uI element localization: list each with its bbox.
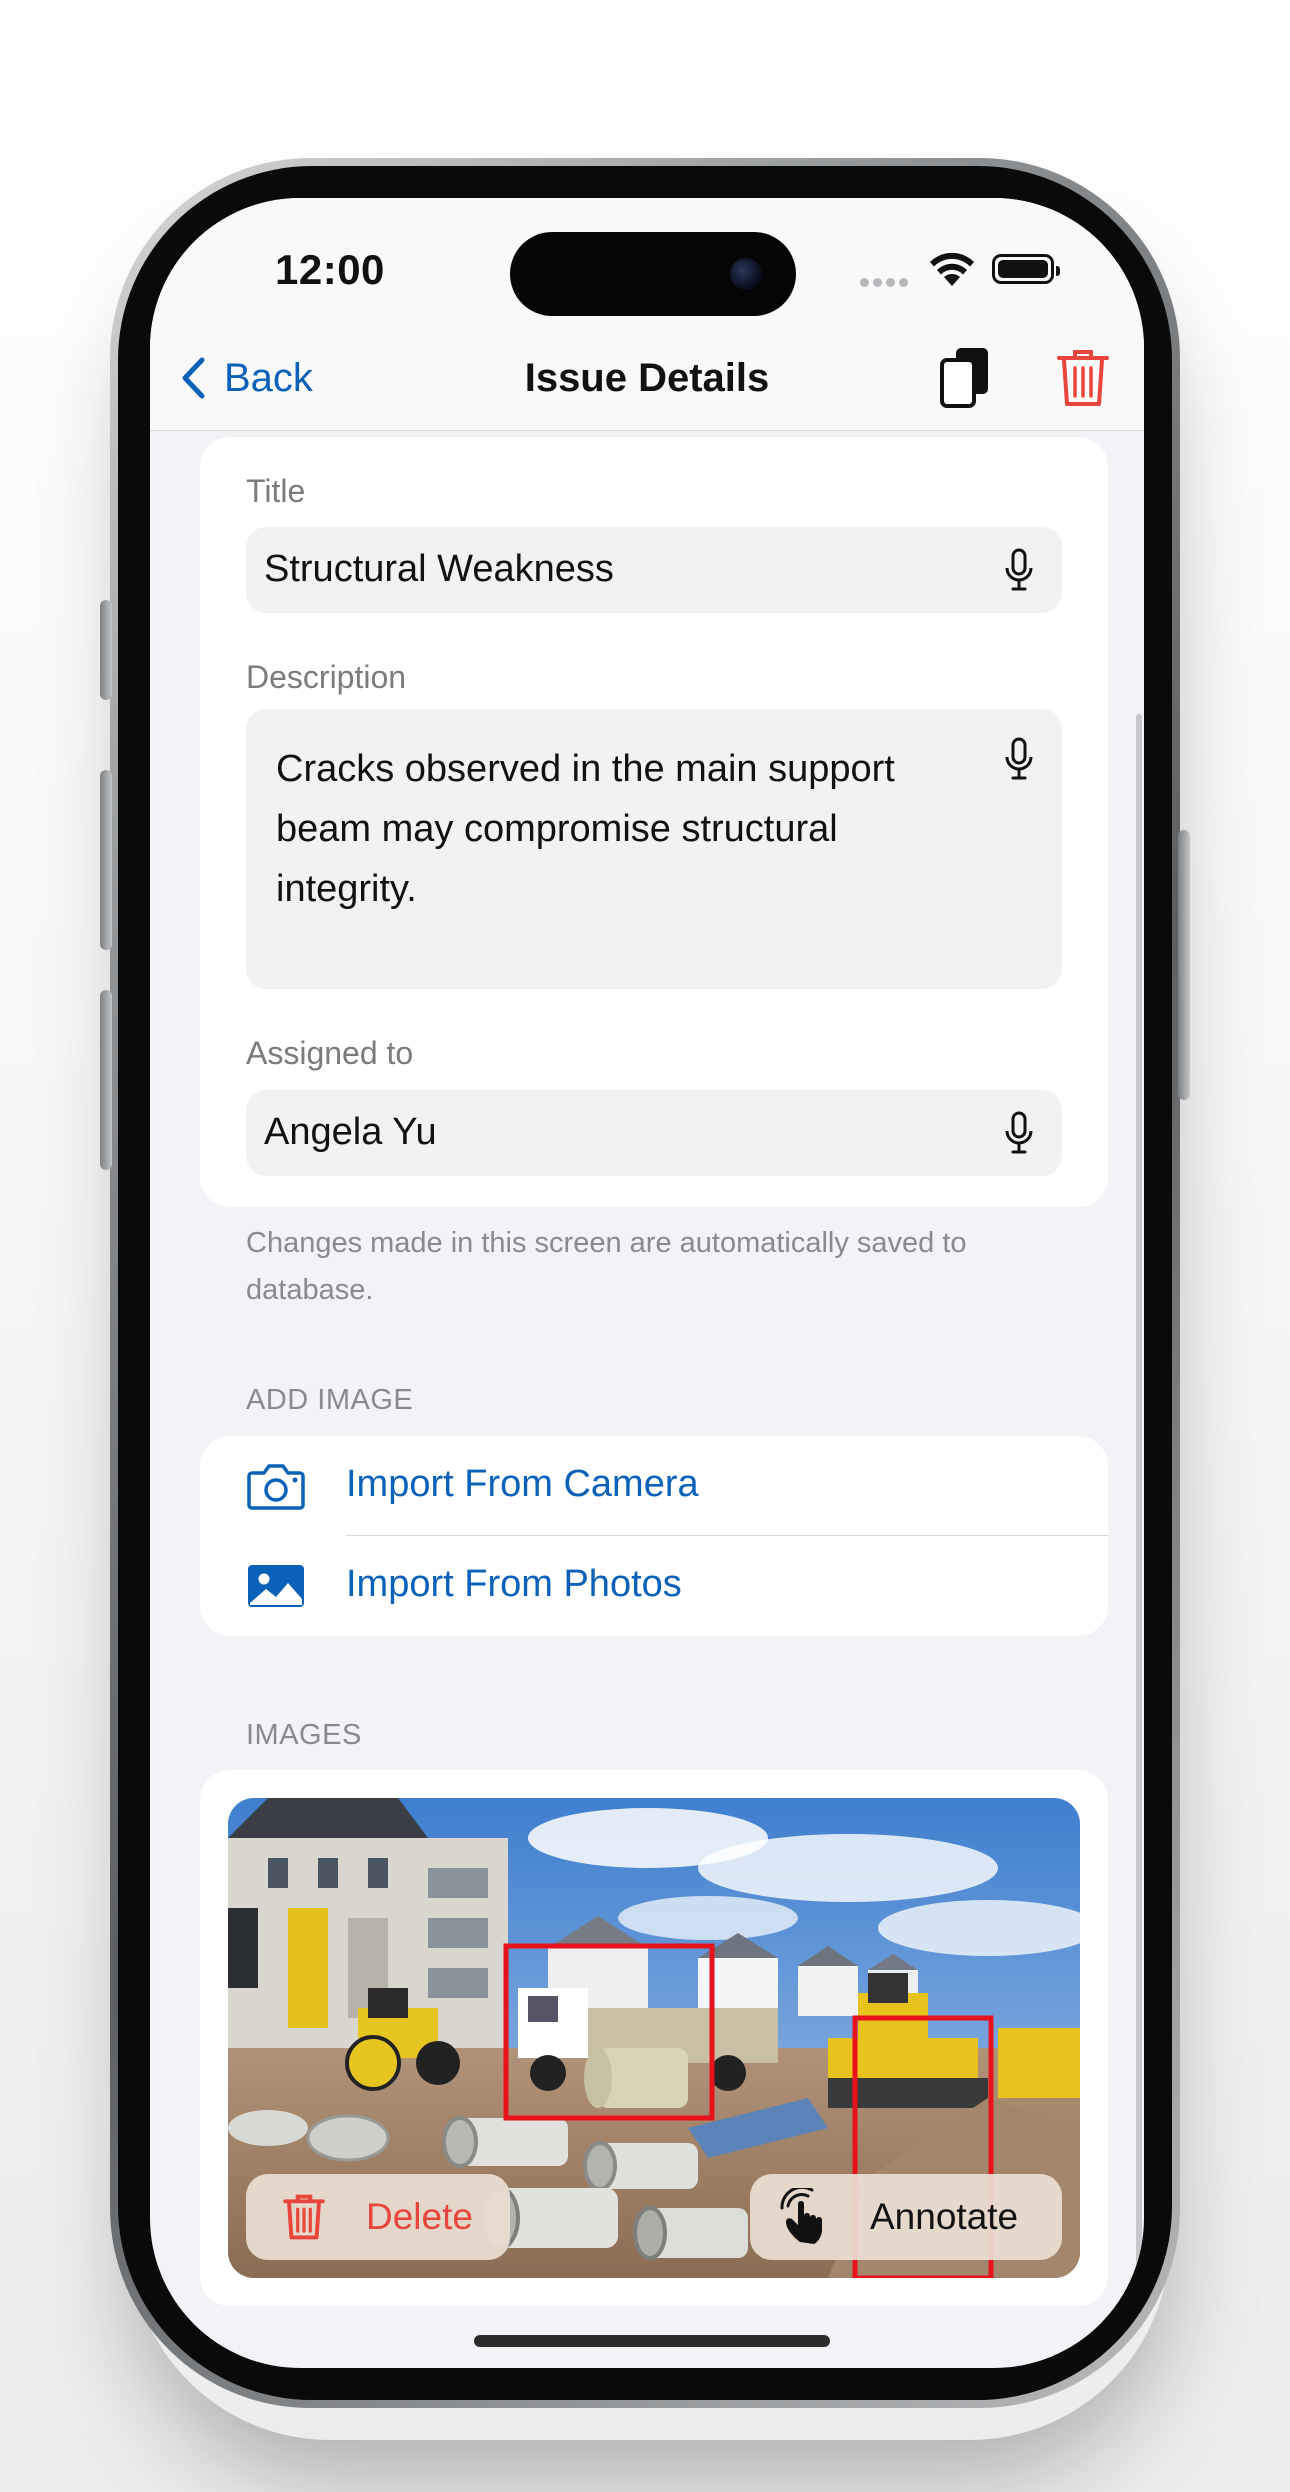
- content-scroll[interactable]: Title Structural Weakness Description Cr…: [150, 430, 1144, 2368]
- delete-image-button[interactable]: Delete: [246, 2174, 510, 2260]
- title-value: Structural Weakness: [264, 548, 614, 590]
- microphone-icon[interactable]: [1004, 548, 1034, 592]
- microphone-icon[interactable]: [1004, 737, 1034, 781]
- scroll-indicator[interactable]: [1136, 714, 1142, 2368]
- action-button: [100, 600, 112, 700]
- import-photos-label: Import From Photos: [346, 1563, 682, 1605]
- delete-label: Delete: [366, 2196, 473, 2237]
- autosave-footnote: Changes made in this screen are automati…: [246, 1227, 967, 1306]
- wifi-icon: [930, 252, 974, 286]
- import-camera-label: Import From Camera: [346, 1463, 699, 1505]
- description-field[interactable]: Cracks observed in the main support beam…: [246, 709, 1062, 989]
- photo-icon: [248, 1565, 304, 1607]
- assigned-label: Assigned to: [246, 1035, 414, 1071]
- phone-screen: 12:00 Back Issue Details Title Structura…: [150, 198, 1144, 2368]
- copy-icon[interactable]: [936, 346, 996, 410]
- home-indicator[interactable]: [474, 2335, 830, 2347]
- issue-form-card: Title Structural Weakness Description Cr…: [200, 437, 1108, 1207]
- add-image-card: Import From Camera Import From Photos: [200, 1436, 1108, 1636]
- add-image-header: ADD IMAGE: [246, 1384, 414, 1416]
- volume-up-button: [100, 770, 112, 950]
- navigation-bar: 12:00 Back Issue Details: [150, 198, 1144, 431]
- description-value: Cracks observed in the main support beam…: [276, 748, 895, 910]
- import-camera-button[interactable]: Import From Camera: [200, 1436, 1108, 1536]
- microphone-icon[interactable]: [1004, 1111, 1034, 1155]
- title-field[interactable]: Structural Weakness: [246, 527, 1062, 613]
- power-button: [1178, 830, 1190, 1100]
- assigned-field[interactable]: Angela Yu: [246, 1090, 1062, 1176]
- dynamic-island: [510, 232, 796, 316]
- title-label: Title: [246, 473, 306, 509]
- images-header: IMAGES: [246, 1719, 362, 1751]
- assigned-value: Angela Yu: [264, 1111, 437, 1153]
- images-card: Delete Annotate: [200, 1770, 1108, 2306]
- battery-icon: [992, 254, 1060, 284]
- volume-down-button: [100, 990, 112, 1170]
- cellular-signal-icon: [860, 274, 912, 292]
- trash-icon[interactable]: [1055, 346, 1111, 410]
- description-label: Description: [246, 659, 407, 695]
- trash-icon: [283, 2194, 325, 2240]
- annotate-label: Annotate: [870, 2196, 1019, 2237]
- camera-icon: [247, 1464, 305, 1510]
- import-photos-button[interactable]: Import From Photos: [200, 1536, 1108, 1636]
- annotate-image-button[interactable]: Annotate: [750, 2174, 1062, 2260]
- hand-tap-icon: [780, 2188, 822, 2244]
- front-camera-icon: [730, 258, 762, 290]
- status-time: 12:00: [275, 246, 385, 293]
